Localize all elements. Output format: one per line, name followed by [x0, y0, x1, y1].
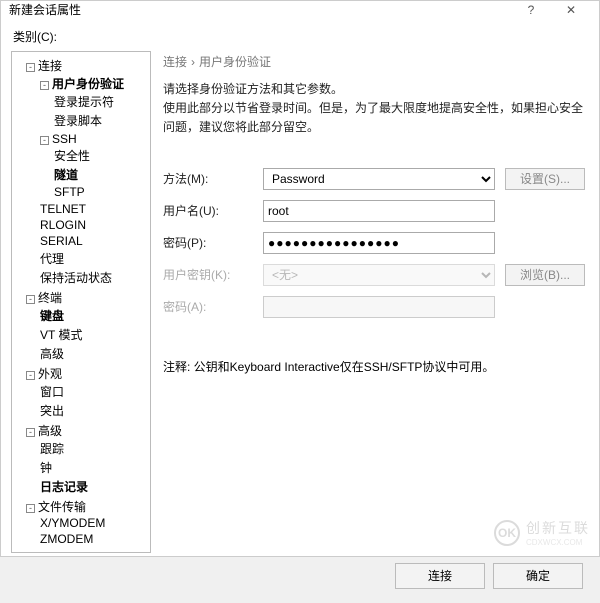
window-title: 新建会话属性	[9, 1, 511, 18]
auth-form: 方法(M): Password 设置(S)... 用户名(U): 密码(P):	[159, 168, 589, 328]
breadcrumb-b: 用户身份验证	[199, 55, 271, 69]
tree-vtmode[interactable]: VT 模式	[40, 325, 150, 344]
tree-advanced[interactable]: -高级 跟踪 钟 日志记录	[26, 421, 150, 497]
tree-term-adv[interactable]: 高级	[40, 344, 150, 363]
titlebar: 新建会话属性 ? ✕	[1, 1, 599, 18]
tree-trace[interactable]: 跟踪	[40, 439, 150, 458]
help-button[interactable]: ?	[511, 3, 551, 17]
tree-appearance[interactable]: -外观 窗口 突出	[26, 364, 150, 421]
collapse-icon[interactable]: -	[40, 81, 49, 90]
userkey-select: <无>	[263, 264, 495, 286]
tree-bell[interactable]: 钟	[40, 458, 150, 477]
collapse-icon[interactable]: -	[26, 504, 35, 513]
tree-login-script[interactable]: 登录脚本	[54, 111, 150, 130]
method-select[interactable]: Password	[263, 168, 495, 190]
tree-terminal[interactable]: -终端 键盘 VT 模式 高级	[26, 288, 150, 364]
watermark-logo-icon: OK	[494, 520, 520, 546]
breadcrumb: 连接 › 用户身份验证	[159, 51, 589, 80]
breadcrumb-a: 连接	[163, 55, 187, 69]
password-label: 密码(P):	[163, 234, 263, 251]
dialog-footer: 连接 确定	[11, 553, 589, 595]
passphrase-input	[263, 296, 495, 318]
category-label: 类别(C):	[11, 26, 589, 51]
tree-user-auth[interactable]: -用户身份验证 登录提示符 登录脚本	[40, 74, 150, 131]
tree-connection[interactable]: -连接 -用户身份验证 登录提示符 登录脚本 -SSH	[26, 56, 150, 288]
body: -连接 -用户身份验证 登录提示符 登录脚本 -SSH	[11, 51, 589, 553]
collapse-icon[interactable]: -	[26, 63, 35, 72]
chevron-right-icon: ›	[191, 55, 195, 69]
tree-xymodem[interactable]: X/YMODEM	[40, 515, 150, 531]
method-label: 方法(M):	[163, 170, 263, 187]
ok-button[interactable]: 确定	[493, 563, 583, 589]
tree-logging[interactable]: 日志记录	[40, 477, 150, 496]
right-panel: 连接 › 用户身份验证 请选择身份验证方法和其它参数。 使用此部分以节省登录时间。但…	[159, 51, 589, 553]
settings-button: 设置(S)...	[505, 168, 585, 190]
watermark-sub: CDXWCX.COM	[526, 538, 590, 547]
client-area: 类别(C): -连接 -用户身份验证 登录提示符 登录脚本	[1, 18, 599, 603]
browse-button: 浏览(B)...	[505, 264, 585, 286]
tree-window[interactable]: 窗口	[40, 382, 150, 401]
tree-rlogin[interactable]: RLOGIN	[40, 217, 150, 233]
tree-zmodem[interactable]: ZMODEM	[40, 531, 150, 547]
tree-file-transfer[interactable]: -文件传输 X/YMODEM ZMODEM	[26, 497, 150, 548]
note-text: 注释: 公钥和Keyboard Interactive仅在SSH/SFTP协议中…	[159, 358, 589, 375]
collapse-icon[interactable]: -	[26, 295, 35, 304]
watermark: OK 创新互联 CDXWCX.COM	[494, 518, 590, 547]
desc-line1: 请选择身份验证方法和其它参数。	[163, 80, 585, 99]
category-tree[interactable]: -连接 -用户身份验证 登录提示符 登录脚本 -SSH	[11, 51, 151, 553]
tree-telnet[interactable]: TELNET	[40, 201, 150, 217]
close-button[interactable]: ✕	[551, 3, 591, 17]
tree-login-hint[interactable]: 登录提示符	[54, 92, 150, 111]
tree-proxy[interactable]: 代理	[40, 249, 150, 268]
tree-ssh[interactable]: -SSH 安全性 隧道 SFTP	[40, 131, 150, 201]
passphrase-label: 密码(A):	[163, 298, 263, 315]
username-input[interactable]	[263, 200, 495, 222]
desc-line2: 使用此部分以节省登录时间。但是，为了最大限度地提高安全性，如果担心安全问题，建议…	[163, 99, 585, 137]
tree-highlight[interactable]: 突出	[40, 401, 150, 420]
tree-ssh-sftp[interactable]: SFTP	[54, 184, 150, 200]
connect-button[interactable]: 连接	[395, 563, 485, 589]
tree-keyboard[interactable]: 键盘	[40, 306, 150, 325]
collapse-icon[interactable]: -	[26, 428, 35, 437]
userkey-label: 用户密钥(K):	[163, 266, 263, 283]
tree-ssh-security[interactable]: 安全性	[54, 146, 150, 165]
tree-serial[interactable]: SERIAL	[40, 233, 150, 249]
dialog-window: 新建会话属性 ? ✕ 类别(C): -连接 -用户身份验证 登录提示符 登录脚本	[0, 0, 600, 557]
password-input[interactable]	[263, 232, 495, 254]
tree-keepalive[interactable]: 保持活动状态	[40, 268, 150, 287]
watermark-name: 创新互联	[526, 520, 590, 536]
username-label: 用户名(U):	[163, 202, 263, 219]
description: 请选择身份验证方法和其它参数。 使用此部分以节省登录时间。但是，为了最大限度地提…	[159, 80, 589, 142]
collapse-icon[interactable]: -	[40, 136, 49, 145]
collapse-icon[interactable]: -	[26, 371, 35, 380]
tree-ssh-tunnel[interactable]: 隧道	[54, 165, 150, 184]
